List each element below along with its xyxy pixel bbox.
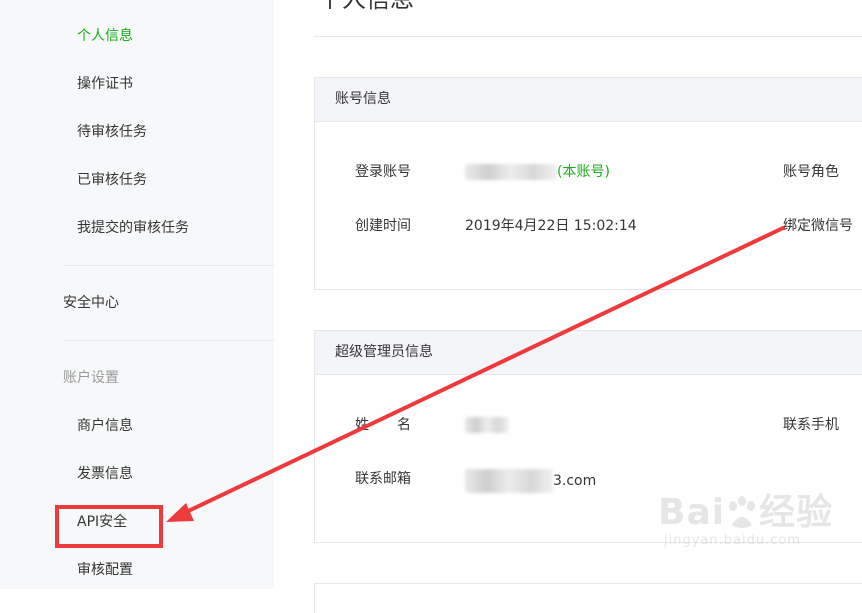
- sidebar-item-personal-info[interactable]: 个人信息: [77, 26, 133, 46]
- admin-name-label: 姓 名: [355, 417, 411, 433]
- sidebar-item-operation-certificate[interactable]: 操作证书: [77, 74, 133, 94]
- sidebar-item-pending-review[interactable]: 待审核任务: [77, 122, 147, 142]
- account-info-panel: 账号信息 登录账号 (本账号) 账号角色 创建时间 2019年4月22日 15:…: [314, 77, 862, 290]
- sidebar-divider: [63, 340, 274, 341]
- super-admin-panel-title: 超级管理员信息: [315, 331, 862, 375]
- title-divider: [314, 36, 862, 37]
- login-account-label: 登录账号: [355, 164, 411, 180]
- sidebar: 个人信息 操作证书 待审核任务 已审核任务 我提交的审核任务 安全中心 账户设置…: [0, 0, 274, 589]
- redacted-name-blur: [465, 417, 509, 433]
- contact-email-value: 3.com: [465, 469, 596, 493]
- sidebar-heading-account-settings: 账户设置: [63, 370, 119, 386]
- page-title: 个人信息: [318, 0, 414, 16]
- email-suffix: 3.com: [553, 473, 597, 489]
- next-panel-edge: [314, 583, 862, 613]
- created-time-label: 创建时间: [355, 218, 411, 234]
- admin-name-value: [465, 415, 509, 435]
- account-role-label: 账号角色: [783, 164, 839, 180]
- bound-wechat-label: 绑定微信号: [783, 218, 853, 234]
- contact-phone-label: 联系手机: [783, 417, 839, 433]
- contact-email-label: 联系邮箱: [355, 471, 411, 487]
- created-time-value: 2019年4月22日 15:02:14: [465, 218, 637, 234]
- sidebar-item-merchant-info[interactable]: 商户信息: [77, 416, 133, 436]
- sidebar-item-review-config[interactable]: 审核配置: [77, 560, 133, 580]
- redacted-email-blur: [465, 469, 553, 493]
- login-account-value: (本账号): [465, 162, 610, 182]
- sidebar-item-invoice-info[interactable]: 发票信息: [77, 464, 133, 484]
- sidebar-divider: [63, 265, 274, 266]
- sidebar-item-my-submitted-review[interactable]: 我提交的审核任务: [77, 218, 189, 238]
- account-info-panel-title: 账号信息: [315, 78, 862, 122]
- sidebar-item-security-center[interactable]: 安全中心: [63, 293, 119, 313]
- current-account-tag: (本账号): [557, 164, 610, 180]
- super-admin-panel: 超级管理员信息 姓 名 联系手机 联系邮箱 3.com: [314, 330, 862, 543]
- main-content: 个人信息 账号信息 登录账号 (本账号) 账号角色 创建时间 2019年4月22…: [274, 0, 862, 613]
- sidebar-item-reviewed[interactable]: 已审核任务: [77, 170, 147, 190]
- sidebar-item-api-security[interactable]: API安全: [77, 512, 127, 532]
- redacted-account-blur: [465, 164, 557, 180]
